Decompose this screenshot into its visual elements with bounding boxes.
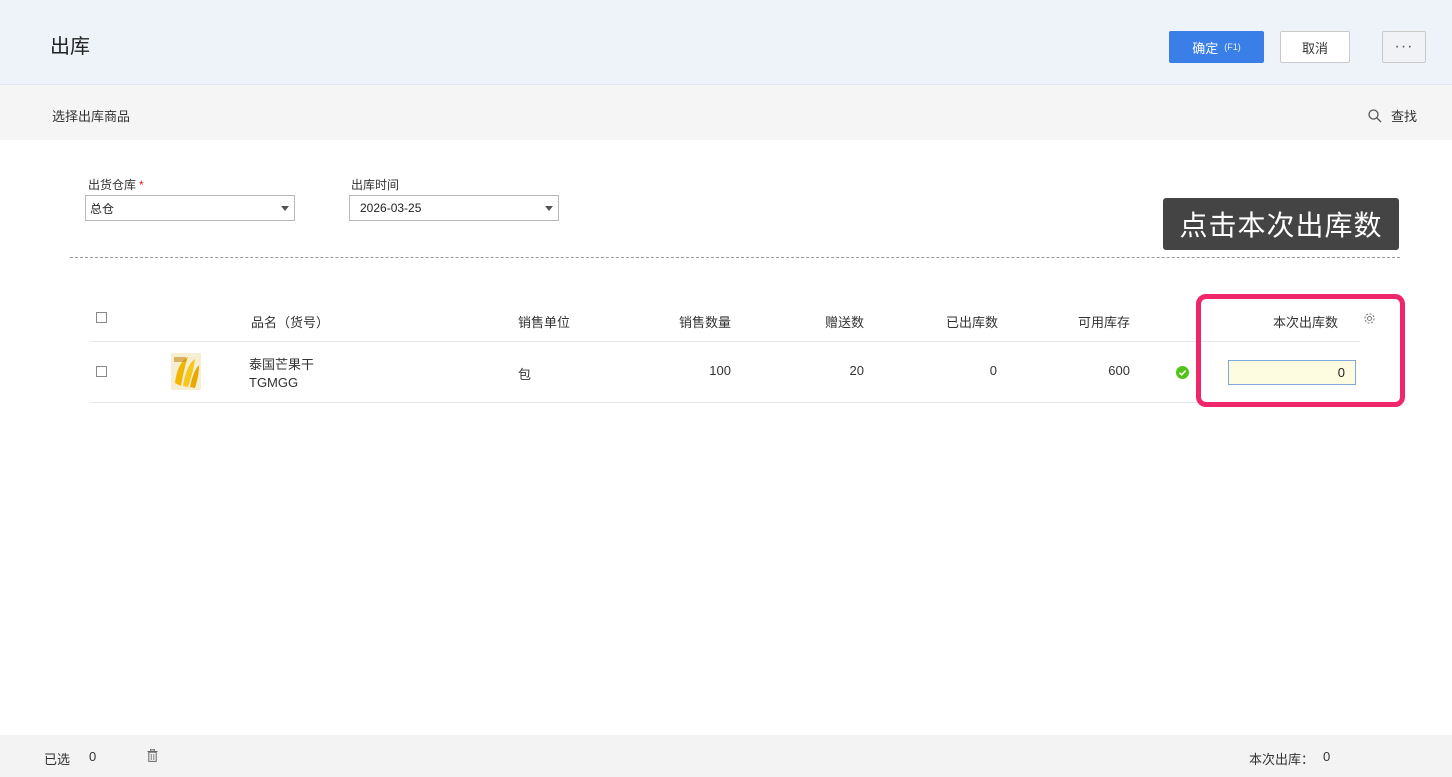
product-code: TGMGG xyxy=(249,375,299,390)
date-label: 出库时间 xyxy=(351,178,400,192)
selected-count: 0 xyxy=(89,749,97,764)
confirm-button[interactable]: 确定 (F1) xyxy=(1169,31,1264,63)
cell-unit: 包 xyxy=(518,367,532,382)
row-divider xyxy=(90,402,1360,403)
highlight-box xyxy=(1196,294,1405,407)
search-icon xyxy=(1368,108,1382,122)
warehouse-select-value: 总仓 xyxy=(90,201,115,216)
confirm-button-label: 确定 xyxy=(1192,40,1219,56)
section-bar: 选择出库商品 查找 xyxy=(0,85,1452,140)
confirm-shortcut-hint: (F1) xyxy=(1224,42,1241,52)
check-circle-icon xyxy=(1176,366,1189,379)
warehouse-label: 出货仓库 * xyxy=(88,176,144,193)
guide-tooltip: 点击本次出库数 xyxy=(1163,198,1399,250)
cell-gift-qty: 20 xyxy=(849,363,864,378)
required-mark: * xyxy=(139,178,144,192)
cell-sale-qty: 100 xyxy=(709,363,731,378)
product-name: 泰国芒果干 xyxy=(249,357,315,372)
col-header-shipped-qty: 已出库数 xyxy=(946,315,999,330)
select-all-checkbox[interactable] xyxy=(96,312,107,323)
date-select[interactable]: 2026-03-25 xyxy=(349,195,559,221)
warehouse-select[interactable]: 总仓 xyxy=(85,195,295,221)
cell-stock: 600 xyxy=(1108,363,1130,378)
page-title: 出库 xyxy=(50,36,90,58)
header-divider xyxy=(90,341,1360,342)
product-thumbnail xyxy=(171,353,201,390)
col-header-sale-qty: 销售数量 xyxy=(679,315,732,330)
cell-shipped-qty: 0 xyxy=(989,363,997,378)
date-select-value: 2026-03-25 xyxy=(360,201,422,215)
warehouse-label-text: 出货仓库 xyxy=(88,178,137,192)
selected-label: 已选 xyxy=(44,752,71,767)
total-value: 0 xyxy=(1323,749,1331,764)
col-header-unit: 销售单位 xyxy=(518,315,571,330)
dashed-divider xyxy=(70,257,1400,258)
row-checkbox[interactable] xyxy=(96,366,107,377)
page-header: 出库 确定 (F1) 取消 ··· xyxy=(0,0,1452,85)
find-label: 查找 xyxy=(1391,109,1418,124)
find-button[interactable]: 查找 xyxy=(1368,106,1417,125)
cancel-button[interactable]: 取消 xyxy=(1280,31,1350,63)
col-header-stock: 可用库存 xyxy=(1078,315,1131,330)
chevron-down-icon xyxy=(545,206,553,211)
total-label: 本次出库： xyxy=(1249,752,1315,767)
footer-bar: 已选 0 本次出库： 0 xyxy=(0,735,1452,777)
chevron-down-icon xyxy=(281,206,289,211)
col-header-gift-qty: 赠送数 xyxy=(825,315,865,330)
trash-icon[interactable] xyxy=(147,749,158,762)
section-title: 选择出库商品 xyxy=(52,109,131,124)
more-button[interactable]: ··· xyxy=(1382,31,1426,63)
col-header-name: 品名（货号） xyxy=(251,315,330,330)
